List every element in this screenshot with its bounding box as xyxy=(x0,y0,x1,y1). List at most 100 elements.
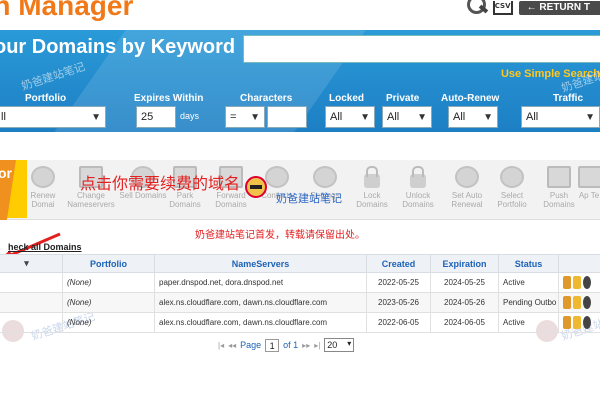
search-panel: our Domains by Keyword Use Simple Search… xyxy=(0,30,600,132)
keyword-input[interactable] xyxy=(243,35,600,63)
chevron-down-icon: ▼ xyxy=(250,112,260,123)
lock-status-icon[interactable] xyxy=(563,296,571,309)
contacts-icon xyxy=(265,166,289,188)
column-header-portfolio[interactable]: Portfolio xyxy=(62,254,155,273)
per-page-select[interactable]: 20 xyxy=(324,338,355,352)
characters-operator-select[interactable]: = ▼ xyxy=(225,106,265,128)
filter-label-portfolio: Portfolio xyxy=(25,93,67,104)
next-page-icon[interactable]: ▸▸ xyxy=(302,341,310,350)
table-row[interactable]: (None) alex.ns.cloudflare.com, dawn.ns.c… xyxy=(0,312,600,333)
first-page-icon[interactable]: |◂ xyxy=(218,341,224,350)
chevron-down-icon: ▼ xyxy=(91,112,101,123)
column-header-expiration[interactable]: Expiration xyxy=(430,254,499,273)
page: ain Manager CSV ← RETURN T our Domains b… xyxy=(0,0,600,400)
set-auto-renewal-button[interactable]: Set Auto Renewal xyxy=(443,166,491,209)
characters-count-input[interactable] xyxy=(267,106,307,128)
toolbar-tab-label: or xyxy=(0,165,12,181)
search-icon[interactable] xyxy=(465,0,487,15)
filter-label-characters: Characters xyxy=(240,93,293,104)
portfolio-select[interactable]: ll ▼ xyxy=(0,106,106,128)
row-icons-cell xyxy=(558,272,600,293)
page-number-input[interactable]: 1 xyxy=(265,338,280,352)
renew-status-icon[interactable] xyxy=(583,316,591,329)
domain-cell[interactable] xyxy=(0,272,63,293)
unlock-domains-button[interactable]: Unlock Domains xyxy=(394,166,442,209)
private-select-value: All xyxy=(387,111,400,123)
lock-status-icon[interactable] xyxy=(563,316,571,329)
column-header-domain[interactable]: ▾ xyxy=(0,254,63,273)
row-icons xyxy=(563,276,596,289)
created-cell: 2022-05-25 xyxy=(366,272,431,293)
renew-status-icon[interactable] xyxy=(583,296,591,309)
auto-renew-icon xyxy=(455,166,479,188)
auto-renew-select[interactable]: All ▼ xyxy=(448,106,498,128)
settings-icon xyxy=(313,166,337,188)
expiration-cell: 2024-05-26 xyxy=(430,292,499,313)
filter-label-auto-renew: Auto-Renew xyxy=(441,93,500,104)
nameservers-cell: alex.ns.cloudflare.com, dawn.ns.cloudfla… xyxy=(154,312,367,333)
chevron-down-icon: ▼ xyxy=(417,112,427,123)
status-cell: Pending Outbo xyxy=(498,292,559,313)
traffic-select[interactable]: All ▼ xyxy=(521,106,600,128)
portfolio-select-value: ll xyxy=(1,111,6,123)
table-header-row: ▾ Portfolio NameServers Created Expirati… xyxy=(0,254,600,273)
privacy-status-icon[interactable] xyxy=(573,296,581,309)
toolbar-label: Select Portfolio xyxy=(497,191,527,209)
lock-domains-button[interactable]: Lock Domains xyxy=(348,166,396,209)
column-header-created[interactable]: Created xyxy=(366,254,431,273)
mascot-icon xyxy=(245,176,267,198)
sort-icon: ▾ xyxy=(24,258,29,268)
created-cell: 2023-05-26 xyxy=(366,292,431,313)
csv-export-icon[interactable]: CSV xyxy=(492,1,513,15)
expiration-cell: 2024-05-25 xyxy=(430,272,499,293)
filter-label-traffic: Traffic xyxy=(553,93,584,104)
domain-cell[interactable] xyxy=(0,292,63,313)
locked-select-value: All xyxy=(330,111,343,123)
renew-domains-button[interactable]: Renew Domai xyxy=(19,166,67,209)
column-header-status[interactable]: Status xyxy=(498,254,559,273)
days-suffix: days xyxy=(180,111,200,121)
row-icons-cell xyxy=(558,312,600,333)
portfolio-cell: (None) xyxy=(62,272,155,293)
portfolio-cell: (None) xyxy=(62,312,155,333)
lock-status-icon[interactable] xyxy=(563,276,571,289)
expires-within-input[interactable]: 25 xyxy=(136,106,176,128)
page-label: Page xyxy=(240,340,262,350)
row-icons xyxy=(563,296,596,309)
prev-page-icon[interactable]: ◂◂ xyxy=(228,341,236,350)
portfolio-icon xyxy=(500,166,524,188)
column-header-nameservers[interactable]: NameServers xyxy=(154,254,367,273)
privacy-status-icon[interactable] xyxy=(573,316,581,329)
table-row[interactable]: (None) paper.dnspod.net, dora.dnspod.net… xyxy=(0,272,600,293)
domain-cell[interactable] xyxy=(0,312,63,333)
status-cell: Active xyxy=(498,272,559,293)
annotation-instruction: 点击你需要续费的域名 xyxy=(80,174,241,193)
page-of-label: of 1 xyxy=(283,340,299,350)
unlock-icon xyxy=(410,166,426,188)
renew-status-icon[interactable] xyxy=(583,276,591,289)
privacy-status-icon[interactable] xyxy=(573,276,581,289)
private-select[interactable]: All ▼ xyxy=(382,106,432,128)
apply-button[interactable]: Ap Te xyxy=(578,166,600,200)
toolbar-label: Lock Domains xyxy=(356,191,388,209)
return-button[interactable]: ← RETURN T xyxy=(518,1,600,15)
last-page-icon[interactable]: ▸| xyxy=(314,341,320,350)
filter-label-private: Private xyxy=(386,93,420,104)
toolbar-label: Renew Domai xyxy=(30,191,56,209)
toolbar-label: Set Auto Renewal xyxy=(451,191,483,209)
check-all-domains-link[interactable]: heck all Domains xyxy=(8,242,82,252)
toolbar-label: Push Domains xyxy=(543,191,575,209)
push-domains-button[interactable]: Push Domains xyxy=(535,166,583,209)
column-header-actions xyxy=(558,254,600,273)
push-icon xyxy=(547,166,571,188)
select-portfolio-button[interactable]: Select Portfolio xyxy=(488,166,536,209)
watermark-text: 奶爸建站笔记 xyxy=(276,193,342,205)
filter-label-locked: Locked xyxy=(329,93,365,104)
locked-select[interactable]: All ▼ xyxy=(325,106,375,128)
renew-icon xyxy=(31,166,55,188)
expiration-cell: 2024-06-05 xyxy=(430,312,499,333)
portfolio-cell: (None) xyxy=(62,292,155,313)
chevron-down-icon: ▼ xyxy=(360,112,370,123)
toolbar-label: Unlock Domains xyxy=(402,191,434,209)
table-row[interactable]: (None) alex.ns.cloudflare.com, dawn.ns.c… xyxy=(0,292,600,313)
